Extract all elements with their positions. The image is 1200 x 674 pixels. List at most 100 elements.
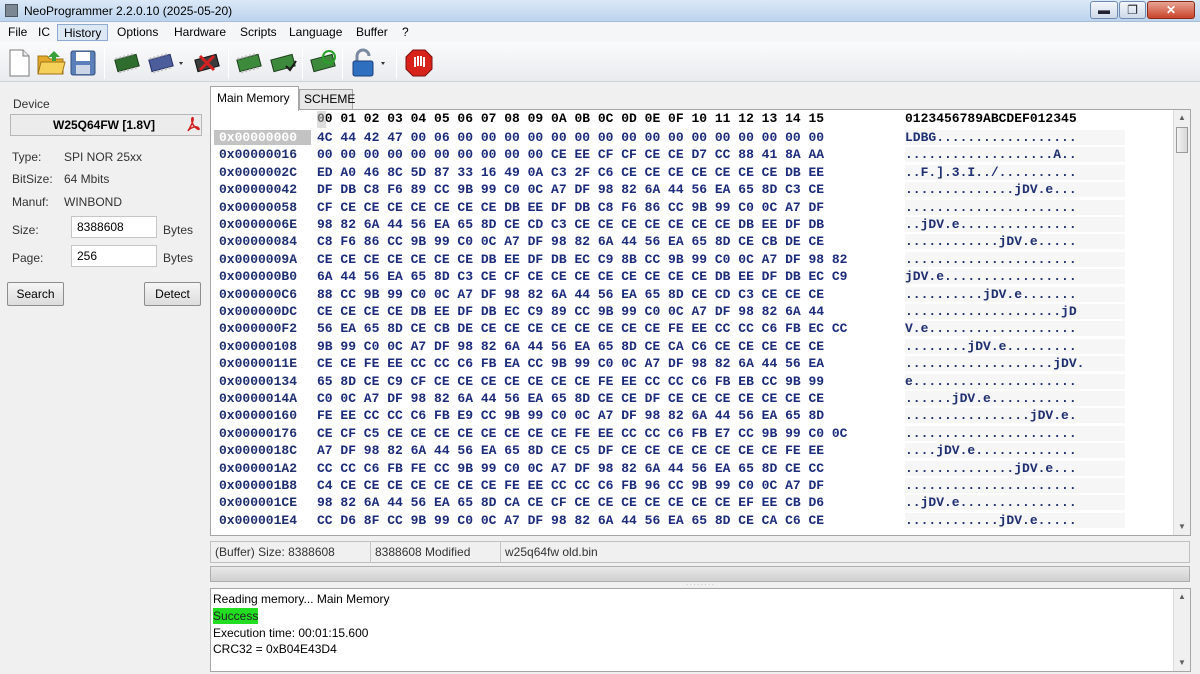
tab-main-memory[interactable]: Main Memory — [210, 86, 299, 111]
menu-language[interactable]: Language — [283, 24, 348, 41]
hex-row-address: 0x0000011E — [219, 356, 298, 372]
hex-row-bytes[interactable]: CF CE CE CE CE CE CE CE DB EE DF DB C8 F… — [317, 200, 824, 215]
search-button[interactable]: Search — [7, 282, 64, 306]
menu-ic[interactable]: IC — [32, 24, 56, 41]
scroll-down-icon[interactable]: ▼ — [1174, 519, 1190, 535]
hex-row-bytes[interactable]: 4C 44 42 47 00 06 00 00 00 00 00 00 00 0… — [317, 130, 824, 145]
size-field[interactable]: 8388608 — [71, 216, 157, 238]
hex-row-bytes[interactable]: CE CE CE CE CE CE CE DB EE DF DB EC C9 8… — [317, 252, 848, 267]
hex-row-ascii[interactable]: ...................A.. — [905, 147, 1125, 163]
pdf-datasheet-icon[interactable] — [185, 116, 201, 134]
chip-verify-icon[interactable] — [268, 48, 298, 78]
hex-row-bytes[interactable]: FE EE CC CC C6 FB E9 CC 9B 99 C0 0C A7 D… — [317, 408, 824, 423]
menu-buffer[interactable]: Buffer — [350, 24, 394, 41]
chip-write-icon[interactable] — [234, 48, 264, 78]
hex-row-ascii[interactable]: ............jDV.e..... — [905, 234, 1125, 250]
hex-row: 0x0000018C A7 DF 98 82 6A 44 56 EA 65 8D … — [211, 443, 1171, 460]
scroll-up-icon[interactable]: ▲ — [1174, 589, 1190, 605]
hex-row-ascii[interactable]: jDV.e................. — [905, 269, 1125, 285]
hex-row-bytes[interactable]: 88 CC 9B 99 C0 0C A7 DF 98 82 6A 44 56 E… — [317, 287, 824, 302]
type-value: SPI NOR 25xx — [64, 150, 143, 164]
hex-editor[interactable]: 00 01 02 03 04 05 06 07 08 09 0A 0B 0C 0… — [210, 109, 1191, 536]
hex-row-bytes[interactable]: 65 8D CE C9 CF CE CE CE CE CE CE CE FE E… — [317, 374, 824, 389]
hex-row-ascii[interactable]: ...................... — [905, 425, 1125, 441]
log-panel[interactable]: Reading memory... Main Memory Success Ex… — [210, 588, 1191, 672]
window-title: NeoProgrammer 2.2.0.10 (2025-05-20) — [24, 4, 233, 18]
hex-ascii-header: 0123456789ABCDEF012345 — [905, 111, 1077, 126]
lock-dropdown-icon[interactable] — [348, 48, 390, 78]
hex-row-bytes[interactable]: A7 DF 98 82 6A 44 56 EA 65 8D CE C5 DF C… — [317, 443, 824, 458]
hex-row: 0x000001B8 C4 CE CE CE CE CE CE CE FE EE … — [211, 478, 1171, 495]
menu-file[interactable]: File — [2, 24, 33, 41]
chip-read-icon[interactable] — [112, 48, 142, 78]
hex-row-address: 0x000000DC — [219, 304, 298, 319]
hex-row-bytes[interactable]: CC D6 8F CC 9B 99 C0 0C A7 DF 98 82 6A 4… — [317, 513, 824, 528]
hex-row-ascii[interactable]: ....................jD — [905, 304, 1125, 319]
hex-row-ascii[interactable]: ...................... — [905, 199, 1125, 215]
stop-icon[interactable] — [404, 48, 434, 78]
chip-auto-icon[interactable] — [308, 48, 338, 78]
menu-history[interactable]: History — [57, 24, 109, 41]
hex-row-ascii[interactable]: ...................jDV. — [905, 356, 1125, 372]
hex-row-bytes[interactable]: CE CE CE CE DB EE DF DB EC C9 89 CC 9B 9… — [317, 304, 824, 319]
chip-erase-icon[interactable] — [192, 48, 222, 78]
hex-row-bytes[interactable]: 00 00 00 00 00 00 00 00 00 00 CE EE CF C… — [317, 147, 824, 162]
hex-row-ascii[interactable]: ........jDV.e......... — [905, 338, 1125, 354]
hex-row-bytes[interactable]: 6A 44 56 EA 65 8D C3 CE CF CE CE CE CE C… — [317, 269, 848, 284]
log-vertical-scrollbar[interactable]: ▲ ▼ — [1173, 589, 1190, 671]
hex-row-bytes[interactable]: C4 CE CE CE CE CE CE CE FE EE CC CC C6 F… — [317, 478, 824, 493]
hex-row-address: 0x0000018C — [219, 443, 298, 459]
hex-row-bytes[interactable]: 98 82 6A 44 56 EA 65 8D CE CD C3 CE CE C… — [317, 217, 824, 232]
maximize-button[interactable]: ❐ — [1119, 1, 1146, 19]
hex-row-ascii[interactable]: ...................... — [905, 251, 1125, 267]
hex-row-ascii[interactable]: ...................... — [905, 478, 1125, 493]
menu-hardware[interactable]: Hardware — [168, 24, 232, 41]
page-label: Page: — [12, 251, 44, 265]
new-file-icon[interactable] — [4, 48, 34, 78]
hex-row-bytes[interactable]: 9B 99 C0 0C A7 DF 98 82 6A 44 56 EA 65 8… — [317, 339, 824, 354]
menu-bar: File IC History Options Hardware Scripts… — [0, 22, 1200, 42]
hex-row-bytes[interactable]: DF DB C8 F6 89 CC 9B 99 C0 0C A7 DF 98 8… — [317, 182, 824, 197]
hex-row-ascii[interactable]: LDBG.................. — [905, 130, 1125, 145]
hex-row-ascii[interactable]: ..............jDV.e... — [905, 460, 1125, 476]
hex-row-bytes[interactable]: C8 F6 86 CC 9B 99 C0 0C A7 DF 98 82 6A 4… — [317, 234, 824, 249]
hex-row-ascii[interactable]: ................jDV.e. — [905, 408, 1125, 424]
tab-scheme[interactable]: SCHEME — [299, 89, 355, 110]
device-name-box[interactable]: W25Q64FW [1.8V] — [10, 114, 202, 136]
hex-row-ascii[interactable]: ..........jDV.e....... — [905, 286, 1125, 302]
hex-row-ascii[interactable]: ..F.].3.I../.......... — [905, 164, 1125, 180]
hex-row-ascii[interactable]: ....jDV.e............. — [905, 443, 1125, 459]
chip-id-dropdown-icon[interactable] — [146, 48, 186, 78]
menu-scripts[interactable]: Scripts — [234, 24, 283, 41]
hex-row-ascii[interactable]: ............jDV.e..... — [905, 512, 1125, 528]
hex-row-ascii[interactable]: ..jDV.e............... — [905, 217, 1125, 232]
page-field[interactable]: 256 — [71, 245, 157, 267]
minimize-button[interactable]: ▬ — [1090, 1, 1118, 19]
hex-row-bytes[interactable]: 98 82 6A 44 56 EA 65 8D CA CE CF CE CE C… — [317, 495, 824, 510]
hex-row-ascii[interactable]: V.e................... — [905, 321, 1125, 337]
close-button[interactable]: ✕ — [1147, 1, 1195, 19]
save-icon[interactable] — [68, 48, 98, 78]
scroll-thumb[interactable] — [1176, 127, 1188, 153]
menu-help[interactable]: ? — [396, 24, 415, 41]
hex-row-bytes[interactable]: C0 0C A7 DF 98 82 6A 44 56 EA 65 8D CE C… — [317, 391, 824, 406]
hex-row-bytes[interactable]: ED A0 46 8C 5D 87 33 16 49 0A C3 2F C6 C… — [317, 165, 824, 180]
title-bar: NeoProgrammer 2.2.0.10 (2025-05-20) ▬ ❐ … — [0, 0, 1200, 22]
scroll-up-icon[interactable]: ▲ — [1174, 110, 1190, 126]
hex-row-ascii[interactable]: ......jDV.e........... — [905, 391, 1125, 406]
hex-vertical-scrollbar[interactable]: ▲ ▼ — [1173, 110, 1190, 535]
detect-button[interactable]: Detect — [144, 282, 201, 306]
hex-row-ascii[interactable]: ..jDV.e............... — [905, 495, 1125, 511]
log-line: CRC32 = 0xB04E43D4 — [213, 642, 337, 656]
open-folder-icon[interactable] — [36, 48, 66, 78]
hex-row-ascii[interactable]: e..................... — [905, 373, 1125, 389]
hex-row-ascii[interactable]: ..............jDV.e... — [905, 182, 1125, 198]
hex-row-bytes[interactable]: CE CE FE EE CC CC C6 FB EA CC 9B 99 C0 0… — [317, 356, 824, 371]
hex-row-bytes[interactable]: CE CF C5 CE CE CE CE CE CE CE CE FE EE C… — [317, 426, 848, 441]
menu-options[interactable]: Options — [111, 24, 164, 41]
size-unit: Bytes — [163, 223, 194, 237]
scroll-down-icon[interactable]: ▼ — [1174, 655, 1190, 671]
hex-row-bytes[interactable]: CC CC C6 FB FE CC 9B 99 C0 0C A7 DF 98 8… — [317, 461, 824, 476]
cursor-cell — [317, 111, 326, 128]
hex-row-bytes[interactable]: 56 EA 65 8D CE CB DE CE CE CE CE CE CE C… — [317, 321, 848, 336]
